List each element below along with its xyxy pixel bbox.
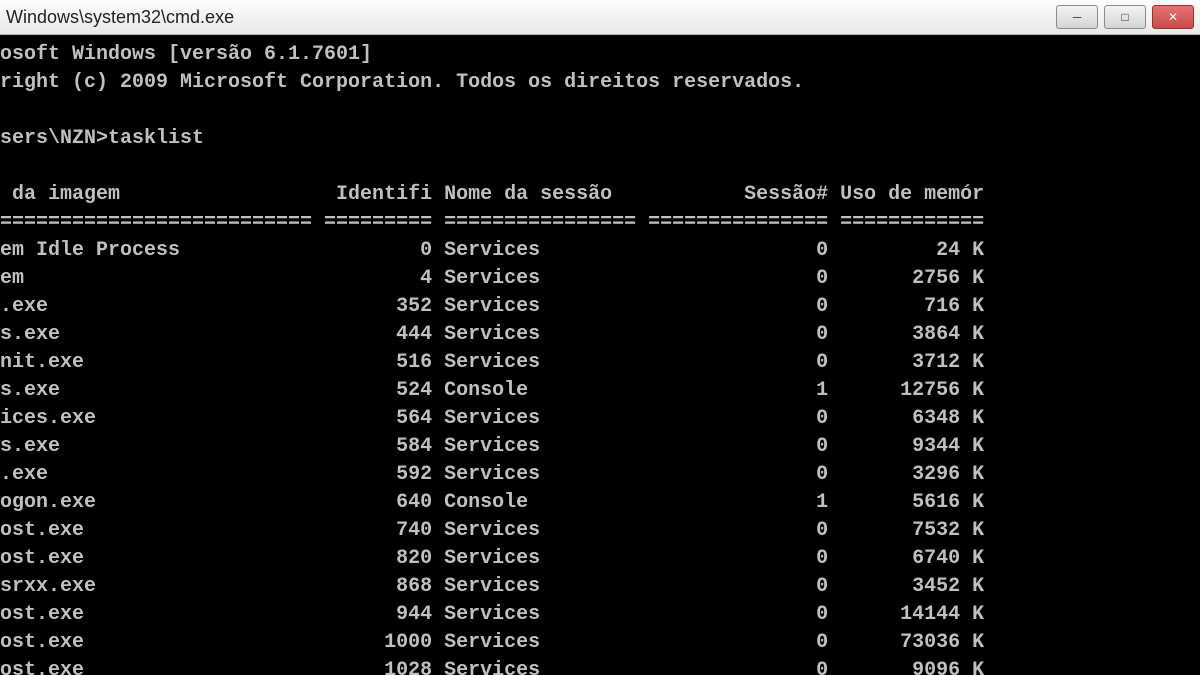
- maximize-button[interactable]: □: [1104, 5, 1146, 29]
- titlebar[interactable]: Windows\system32\cmd.exe ─ □ ✕: [0, 0, 1200, 35]
- minimize-button[interactable]: ─: [1056, 5, 1098, 29]
- window-controls: ─ □ ✕: [1056, 5, 1194, 29]
- close-button[interactable]: ✕: [1152, 5, 1194, 29]
- close-icon: ✕: [1168, 10, 1178, 24]
- minimize-icon: ─: [1073, 10, 1082, 24]
- console-output[interactable]: osoft Windows [versão 6.1.7601] right (c…: [0, 35, 1200, 675]
- maximize-icon: □: [1121, 10, 1128, 24]
- cmd-window: Windows\system32\cmd.exe ─ □ ✕ osoft Win…: [0, 0, 1200, 675]
- window-title: Windows\system32\cmd.exe: [6, 7, 234, 28]
